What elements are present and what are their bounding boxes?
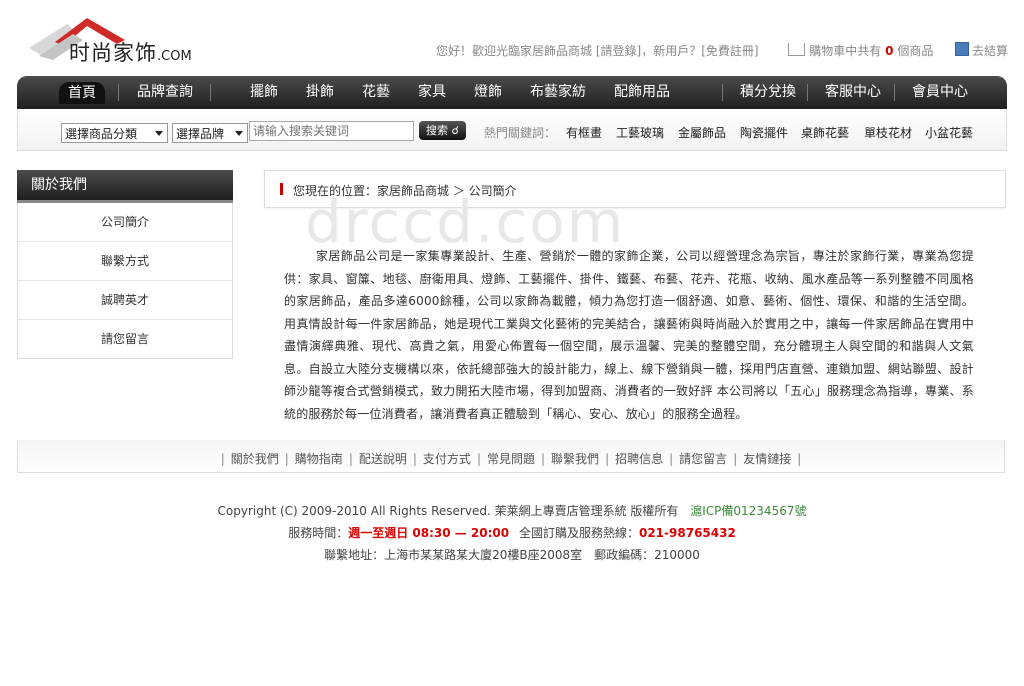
hot-keywords-label: 熱門關鍵詞：: [484, 126, 557, 140]
hot-keyword[interactable]: 陶瓷擺件: [740, 124, 788, 141]
main-nav: 首頁 品牌查詢 擺飾 掛飾 花藝 家具 燈飾 布藝家紡 配飾用品 積分兌換 客服…: [17, 76, 1007, 109]
chevron-down-icon: [155, 131, 163, 136]
cart-icon: [788, 43, 806, 56]
checkout-link[interactable]: 去結算: [954, 42, 1008, 58]
logo-text: 时尚家饰.COM: [69, 41, 192, 65]
cart-prefix: 購物車中共有: [809, 44, 882, 58]
nav-points[interactable]: 積分兌換: [740, 76, 796, 109]
top-links: 您好！歡迎光臨家居飾品商城 [請登錄]，新用戶？[免費註冊] 購物車中共有 0 …: [436, 42, 1008, 59]
nav-item-textiles[interactable]: 布藝家紡: [530, 76, 586, 109]
register-link[interactable]: [免費註冊]: [701, 44, 758, 58]
nav-item-floral[interactable]: 花藝: [362, 76, 390, 109]
category-select[interactable]: 選擇商品分類: [61, 123, 168, 143]
address-line: 聯繫地址：上海市某某路某大廈20樓B座2008室 郵政編碼：210000: [324, 548, 700, 562]
hot-keyword[interactable]: 金屬飾品: [678, 124, 726, 141]
footer-link-contact[interactable]: 聯繫我們: [551, 452, 599, 466]
nav-item-furniture[interactable]: 家具: [418, 76, 446, 109]
nav-item-decor[interactable]: 擺飾: [250, 76, 278, 109]
cart-count: 0: [885, 44, 894, 58]
new-user-text: ，新用戶？: [641, 44, 702, 58]
hot-keyword[interactable]: 桌飾花藝: [801, 124, 849, 141]
site-logo[interactable]: 时尚家饰.COM: [25, 10, 205, 65]
nav-item-accessories[interactable]: 配飾用品: [614, 76, 670, 109]
sidebar-title: 關於我們: [17, 170, 233, 203]
nav-service[interactable]: 客服中心: [825, 76, 881, 109]
footer-link-guide[interactable]: 購物指南: [295, 452, 343, 466]
hot-keyword[interactable]: 工藝玻璃: [616, 124, 664, 141]
brand-select[interactable]: 選擇品牌: [172, 123, 248, 143]
sidebar-item-contact[interactable]: 聯繫方式: [18, 241, 232, 280]
sidebar-menu: 公司簡介 聯繫方式 誠聘英才 請您留言: [17, 203, 233, 359]
nav-member[interactable]: 會員中心: [912, 76, 968, 109]
search-input[interactable]: [249, 121, 414, 141]
copyright-text: Copyright (C) 2009-2010 All Rights Reser…: [217, 504, 679, 518]
footer-links: | 關於我們 | 購物指南 | 配送說明 | 支付方式 | 常見問題 | 聯繫我們 | 招聘信息 | 請您留言…: [17, 440, 1005, 473]
sidebar-item-company-intro[interactable]: 公司簡介: [18, 203, 232, 241]
search-button[interactable]: 搜索 ☌: [419, 121, 466, 140]
sidebar-item-message[interactable]: 請您留言: [18, 319, 232, 358]
search-bar: 選擇商品分類 選擇品牌 搜索 ☌ 熱門關鍵詞： 有框畫 工藝玻璃 金屬飾品 陶瓷…: [17, 109, 1007, 151]
footer-link-delivery[interactable]: 配送說明: [359, 452, 407, 466]
footer-link-friends[interactable]: 友情鏈接: [743, 452, 791, 466]
footer-link-about[interactable]: 關於我們: [231, 452, 279, 466]
nav-home[interactable]: 首頁: [59, 76, 105, 109]
nav-item-hanging[interactable]: 掛飾: [306, 76, 334, 109]
chevron-down-icon: [235, 131, 243, 136]
company-intro-text: 家居飾品公司是一家集專業設計、生產、營銷於一體的家飾企業，公司以經營理念為宗旨，…: [284, 249, 974, 421]
search-icon: ☌: [451, 124, 459, 137]
welcome-text: 您好！歡迎光臨家居飾品商城: [436, 44, 593, 58]
icp-link[interactable]: 滬ICP備01234567號: [690, 504, 806, 518]
checkout-icon: [954, 42, 969, 56]
copyright-line: Copyright (C) 2009-2010 All Rights Reser…: [0, 502, 1024, 519]
footer-link-payment[interactable]: 支付方式: [423, 452, 471, 466]
service-hours: 週一至週日 08:30 — 20:00: [348, 526, 510, 540]
hot-keyword[interactable]: 有框畫: [566, 124, 602, 141]
service-hours-line: 服務時間：週一至週日 08:30 — 20:00 全國訂購及服務熱線：021-9…: [288, 526, 736, 540]
nav-brand[interactable]: 品牌查詢: [137, 76, 193, 109]
nav-item-lighting[interactable]: 燈飾: [474, 76, 502, 109]
login-link[interactable]: [請登錄]: [596, 44, 641, 58]
sidebar-item-careers[interactable]: 誠聘英才: [18, 280, 232, 319]
footer-link-message[interactable]: 請您留言: [679, 452, 727, 466]
hot-keyword[interactable]: 小盆花藝: [925, 124, 973, 141]
breadcrumb-marker: [280, 183, 283, 195]
footer-link-faq[interactable]: 常見問題: [487, 452, 535, 466]
footer-link-jobs[interactable]: 招聘信息: [615, 452, 663, 466]
hot-keyword[interactable]: 單枝花材: [864, 124, 912, 141]
cart-suffix: 個商品: [897, 44, 934, 58]
hotline-number: 021-98765432: [638, 526, 736, 540]
